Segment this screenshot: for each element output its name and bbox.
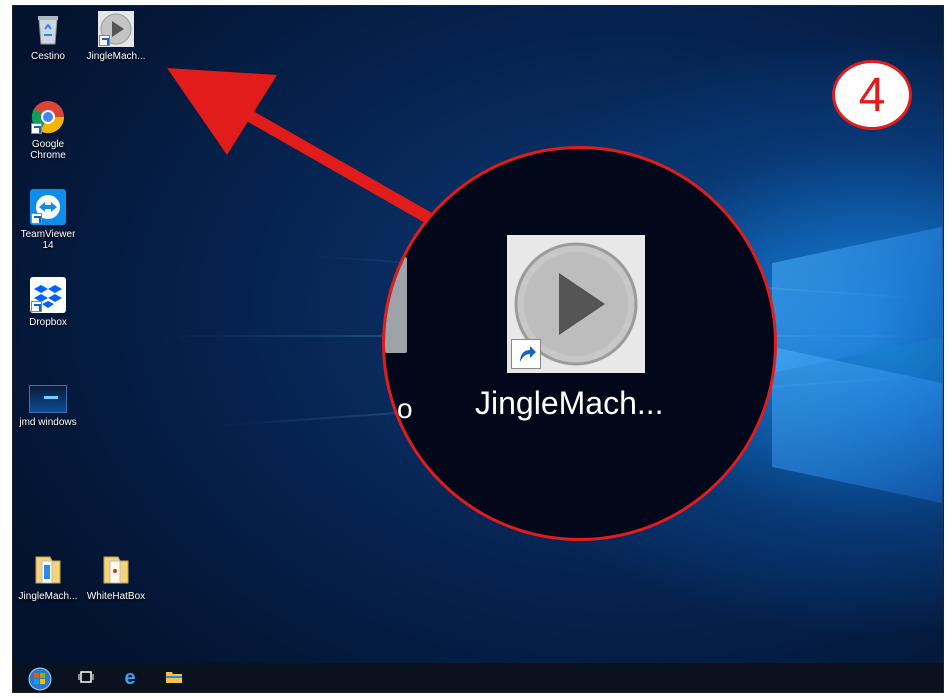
screenshot-border <box>12 5 944 693</box>
